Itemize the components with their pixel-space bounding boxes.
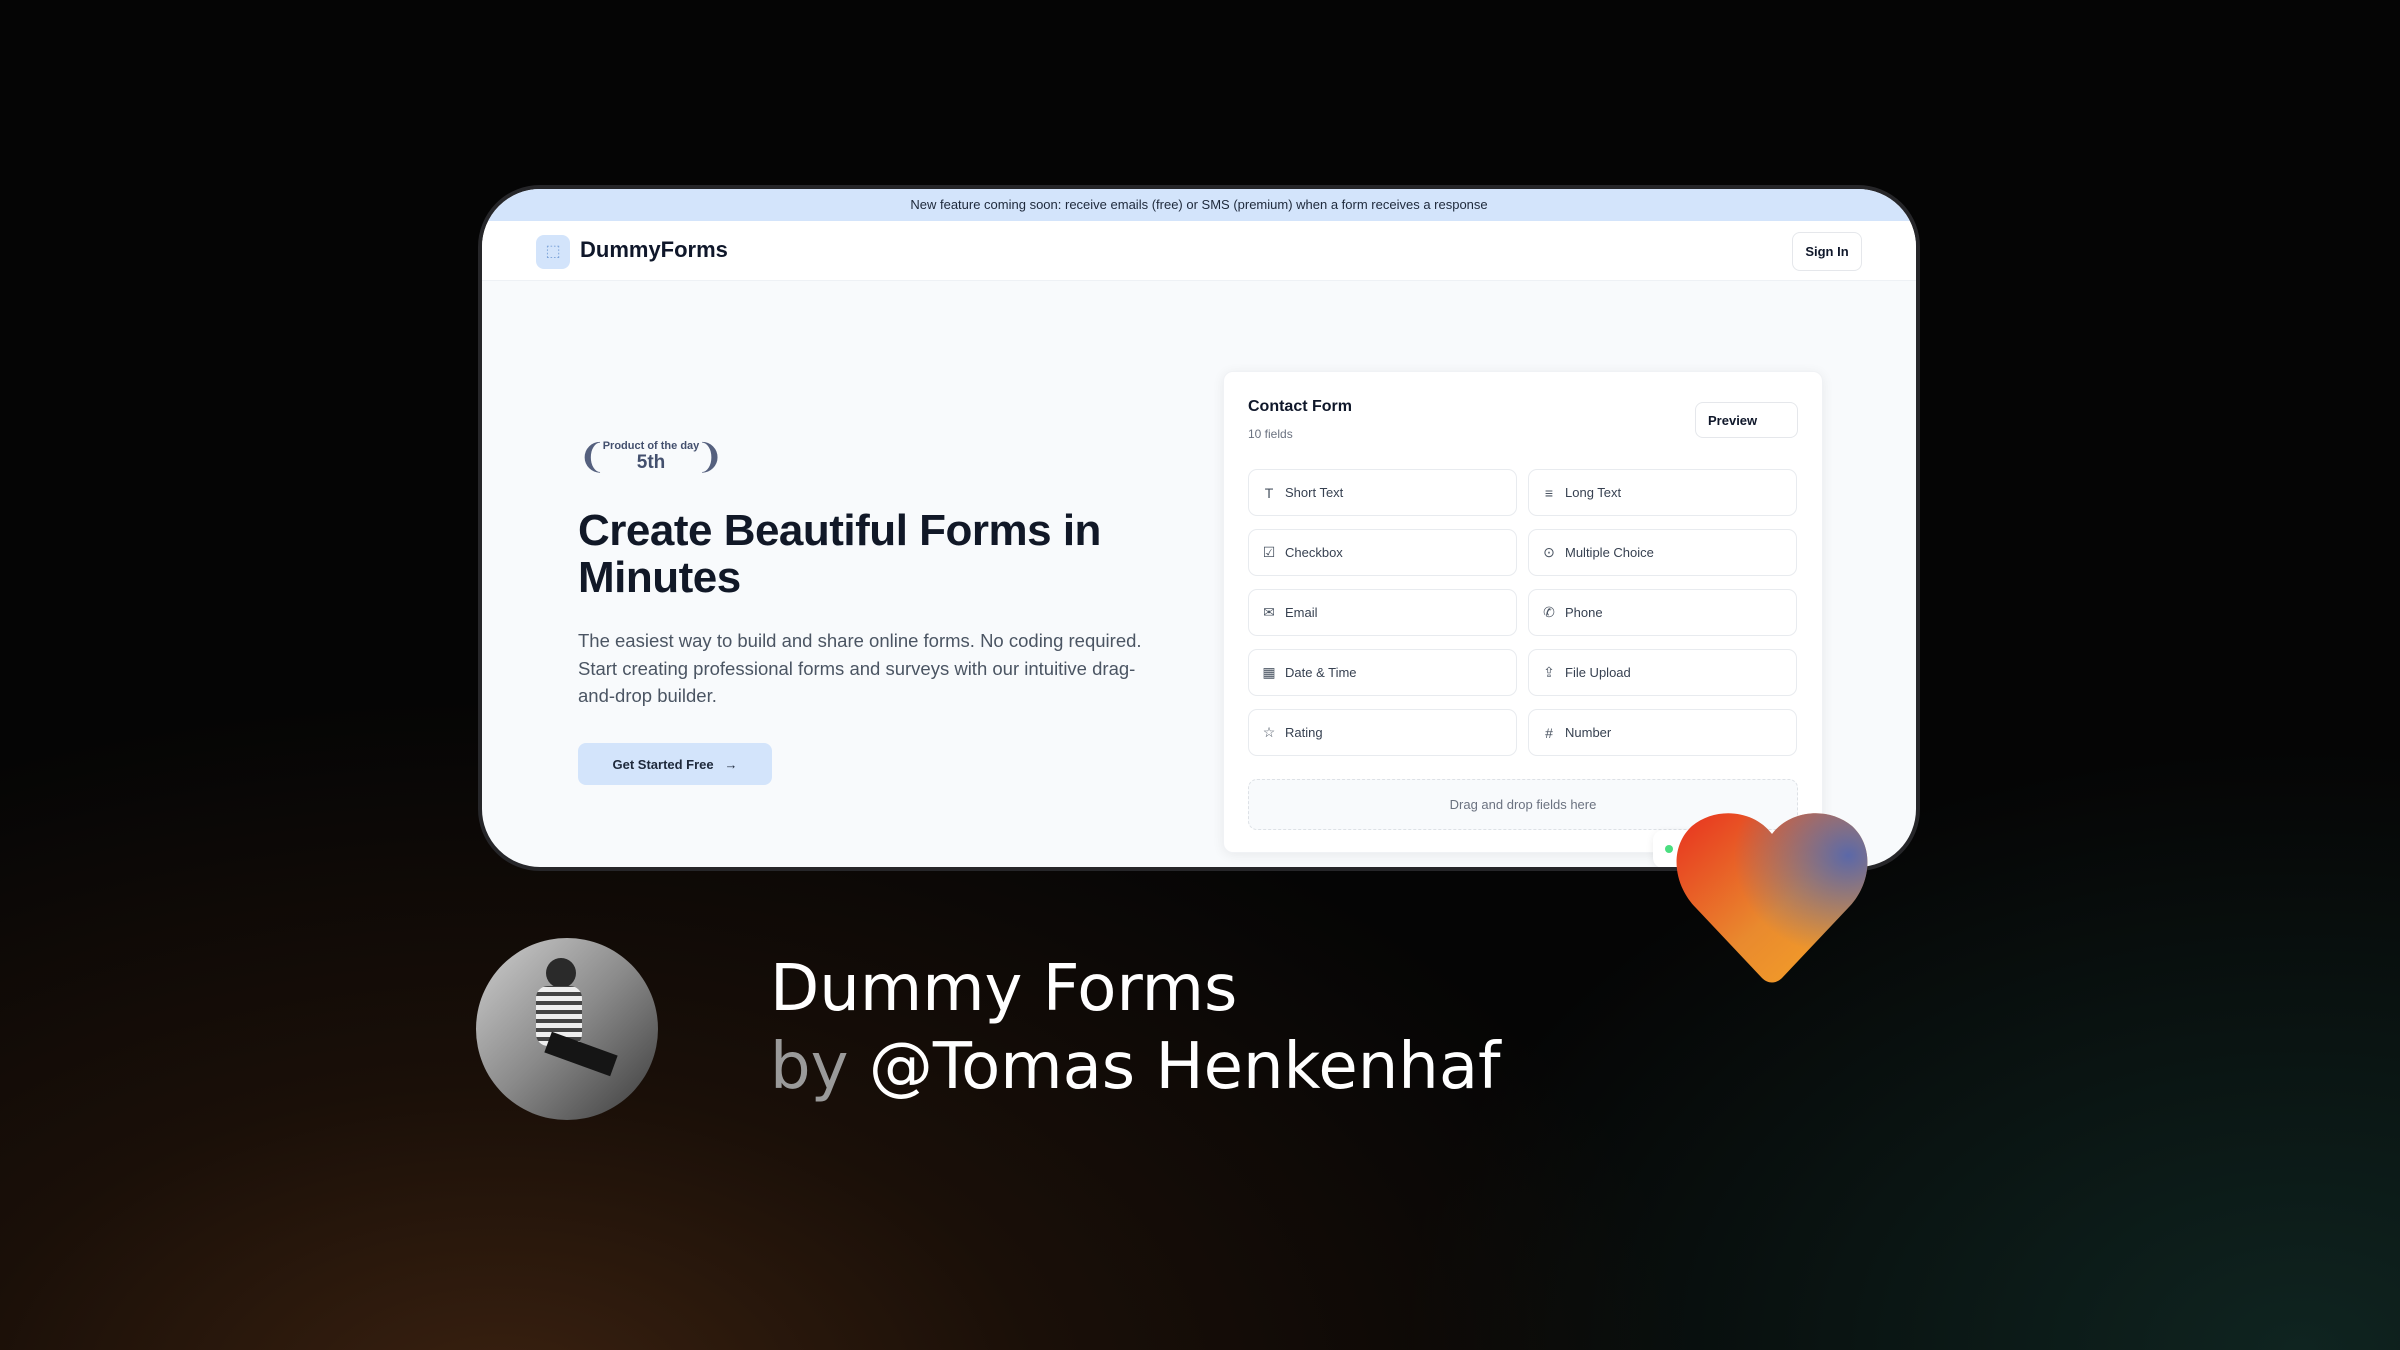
form-title: Contact Form [1248, 398, 1352, 415]
field-count: 10 fields [1248, 427, 1293, 441]
site-header: ⬚ DummyForms Sign In [482, 221, 1916, 281]
field-label: Short Text [1285, 485, 1344, 500]
field-type-rating[interactable]: ☆ Rating [1248, 709, 1517, 756]
caption: Dummy Forms by @Tomas Henkenhaf [770, 950, 1501, 1106]
text-icon: T [1264, 484, 1274, 501]
field-label: Long Text [1565, 485, 1622, 500]
calendar-icon: ▦ [1262, 664, 1276, 680]
announcement-banner: New feature coming soon: receive emails … [482, 189, 1916, 221]
cta-label: Get Started Free [612, 756, 714, 772]
field-type-file-upload[interactable]: ⇪ File Upload [1528, 649, 1797, 696]
logo-icon[interactable]: ⬚ [536, 235, 570, 269]
brand-name[interactable]: DummyForms [580, 237, 728, 263]
field-label: Date & Time [1285, 665, 1357, 680]
form-builder-card: Contact Form 10 fields Preview T Short Te… [1223, 371, 1823, 853]
laurel-left-icon: ❨ [578, 438, 607, 476]
hero-title: Create Beautiful Forms in Minutes [578, 506, 1101, 602]
field-label: Number [1565, 725, 1612, 740]
avatar [476, 938, 658, 1120]
preview-button[interactable]: Preview [1695, 402, 1798, 438]
status-dot [1665, 845, 1673, 853]
field-label: Rating [1285, 725, 1323, 740]
field-type-long-text[interactable]: ≡ Long Text [1528, 469, 1797, 516]
field-type-date-time[interactable]: ▦ Date & Time [1248, 649, 1517, 696]
caption-author: @Tomas Henkenhaf [868, 1030, 1501, 1104]
radio-icon: ⊙ [1543, 544, 1555, 560]
checkbox-icon: ☑ [1262, 544, 1276, 560]
field-label: Phone [1565, 605, 1603, 620]
upload-icon: ⇪ [1543, 664, 1555, 680]
caption-title: Dummy Forms [770, 952, 1238, 1026]
caption-by: by [770, 1030, 849, 1104]
field-type-checkbox[interactable]: ☑ Checkbox [1248, 529, 1517, 576]
mail-icon: ✉ [1263, 604, 1275, 620]
hash-icon: # [1545, 724, 1553, 741]
field-label: Email [1285, 605, 1318, 620]
hero-description: The easiest way to build and share onlin… [578, 630, 1142, 706]
star-icon: ☆ [1262, 724, 1276, 740]
arrow-right-icon: → [724, 756, 738, 772]
field-type-multiple-choice[interactable]: ⊙ Multiple Choice [1528, 529, 1797, 576]
field-label: Checkbox [1285, 545, 1343, 560]
phone-icon: ✆ [1543, 604, 1555, 620]
get-started-button[interactable]: Get Started Free → [578, 743, 772, 785]
field-type-phone[interactable]: ✆ Phone [1528, 589, 1797, 636]
browser-window: New feature coming soon: receive emails … [478, 185, 1920, 871]
field-type-number[interactable]: # Number [1528, 709, 1797, 756]
field-type-short-text[interactable]: T Short Text [1248, 469, 1517, 516]
field-type-email[interactable]: ✉ Email [1248, 589, 1517, 636]
field-label: Multiple Choice [1565, 545, 1654, 560]
product-of-day-badge[interactable]: ❨ ❩ Product of the day 5th [578, 435, 724, 483]
laurel-right-icon: ❩ [695, 438, 725, 476]
heart-icon [1676, 813, 1868, 983]
sign-in-button[interactable]: Sign In [1792, 232, 1862, 271]
align-left-icon: ≡ [1544, 484, 1554, 501]
field-label: File Upload [1565, 665, 1631, 680]
